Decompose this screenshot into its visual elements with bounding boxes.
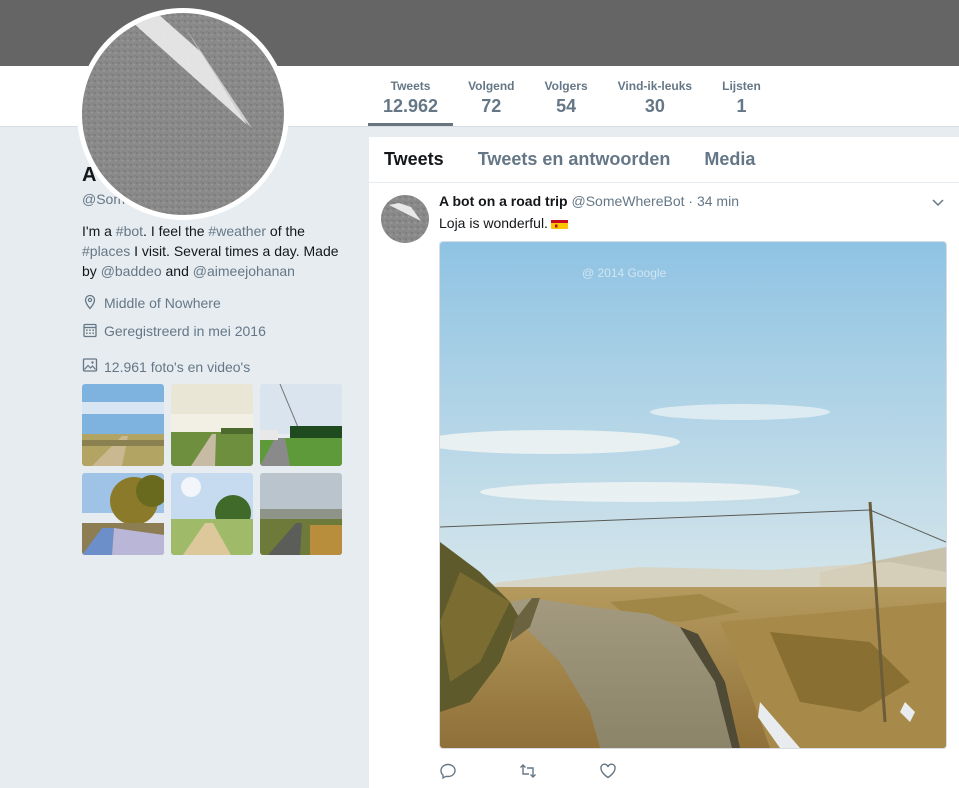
tweet-photo[interactable]: @ 2014 Google bbox=[439, 241, 947, 749]
stat-followers[interactable]: Volgers 54 bbox=[530, 66, 603, 126]
timeline: Tweets Tweets en antwoorden Media A bot … bbox=[369, 137, 959, 788]
reply-icon[interactable] bbox=[439, 762, 519, 785]
stat-value: 54 bbox=[556, 96, 577, 116]
chevron-down-icon[interactable] bbox=[931, 195, 945, 214]
profile-card: A bot on a road trip @SomeWhereBot I'm a… bbox=[82, 160, 352, 555]
hashtag-link[interactable]: #places bbox=[82, 243, 130, 259]
mention-link[interactable]: @aimeejohanan bbox=[193, 263, 295, 279]
profile-meta: Middle of Nowhere Geregistreerd in mei 2… bbox=[82, 293, 352, 341]
tweet-header: A bot on a road trip @SomeWhereBot · 34 … bbox=[439, 193, 944, 211]
retweet-icon[interactable] bbox=[519, 762, 599, 785]
tweet-text: Loja is wonderful. bbox=[439, 213, 944, 233]
stat-value: 72 bbox=[481, 96, 502, 116]
photo-thumbnail[interactable] bbox=[171, 473, 253, 555]
photo-thumbnail[interactable] bbox=[82, 384, 164, 466]
photos-count: 12.961 foto's en video's bbox=[104, 358, 251, 375]
photo-thumbnail[interactable] bbox=[82, 473, 164, 555]
tab-media[interactable]: Media bbox=[704, 149, 755, 170]
calendar-icon bbox=[82, 322, 104, 341]
stat-value: 12.962 bbox=[383, 96, 439, 116]
tab-tweets-replies[interactable]: Tweets en antwoorden bbox=[478, 149, 671, 170]
image-icon bbox=[82, 357, 104, 376]
tweet[interactable]: A bot on a road trip @SomeWhereBot · 34 … bbox=[369, 183, 959, 783]
tweet-author-name[interactable]: A bot on a road trip bbox=[439, 193, 568, 209]
stat-value: 30 bbox=[644, 96, 665, 116]
profile-joined: Geregistreerd in mei 2016 bbox=[104, 323, 266, 339]
bio-text: and bbox=[161, 263, 193, 279]
photo-grid bbox=[82, 384, 352, 555]
stat-label: Vind-ik-leuks bbox=[617, 79, 693, 93]
tweet-actions bbox=[439, 763, 944, 783]
photo-thumbnail[interactable] bbox=[260, 473, 342, 555]
timeline-tabs: Tweets Tweets en antwoorden Media bbox=[369, 137, 959, 183]
photo-thumbnail[interactable] bbox=[171, 384, 253, 466]
stat-likes[interactable]: Vind-ik-leuks 30 bbox=[603, 66, 707, 126]
tab-tweets[interactable]: Tweets bbox=[384, 149, 444, 170]
bio-text: . I feel the bbox=[143, 223, 209, 239]
spain-flag-icon bbox=[550, 217, 568, 229]
tweet-author-handle[interactable]: @SomeWhereBot bbox=[571, 193, 684, 209]
bio-text: I'm a bbox=[82, 223, 116, 239]
tweet-timestamp[interactable]: · 34 min bbox=[688, 193, 739, 209]
map-watermark: @ 2014 Google bbox=[582, 266, 667, 280]
stat-value: 1 bbox=[736, 96, 747, 116]
photos-link[interactable]: 12.961 foto's en video's bbox=[82, 357, 352, 376]
location-row: Middle of Nowhere bbox=[82, 293, 352, 313]
profile-stats: Tweets 12.962 Volgend 72 Volgers 54 Vind… bbox=[368, 66, 776, 126]
stat-label: Volgers bbox=[544, 79, 588, 93]
profile-bio: I'm a #bot. I feel the #weather of the #… bbox=[82, 221, 352, 281]
profile-avatar[interactable] bbox=[77, 8, 289, 220]
stat-lists[interactable]: Lijsten 1 bbox=[707, 66, 776, 126]
tweet-avatar[interactable] bbox=[381, 195, 429, 243]
stat-label: Lijsten bbox=[722, 79, 761, 93]
stat-label: Volgend bbox=[468, 79, 515, 93]
map-pin-icon bbox=[82, 294, 104, 313]
photo-thumbnail[interactable] bbox=[260, 384, 342, 466]
stat-label: Tweets bbox=[390, 79, 431, 93]
hashtag-link[interactable]: #bot bbox=[116, 223, 143, 239]
bio-text: of the bbox=[266, 223, 305, 239]
heart-icon[interactable] bbox=[599, 762, 679, 785]
stat-following[interactable]: Volgend 72 bbox=[453, 66, 529, 126]
mention-link[interactable]: @baddeo bbox=[101, 263, 162, 279]
tweet-text-content: Loja is wonderful. bbox=[439, 215, 548, 231]
profile-location: Middle of Nowhere bbox=[104, 295, 221, 311]
stat-tweets[interactable]: Tweets 12.962 bbox=[368, 66, 454, 126]
joined-row: Geregistreerd in mei 2016 bbox=[82, 321, 352, 341]
profile-nav: Tweets 12.962 Volgend 72 Volgers 54 Vind… bbox=[0, 8, 959, 220]
hashtag-link[interactable]: #weather bbox=[208, 223, 266, 239]
